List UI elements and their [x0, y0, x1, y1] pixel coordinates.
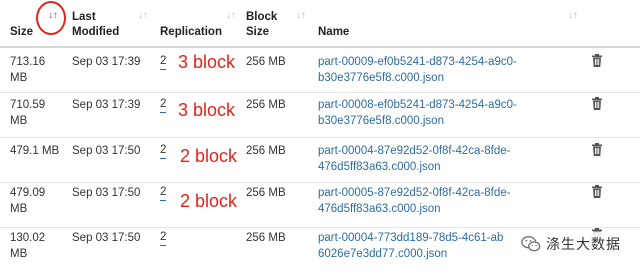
block-count-annotation: 2 block [180, 146, 238, 166]
last-modified-sort-icon[interactable]: ↓↑ [138, 10, 148, 22]
block-size-value: 256 MB [246, 145, 286, 157]
replication-link[interactable]: 2 [160, 54, 167, 70]
trash-icon[interactable] [591, 185, 603, 198]
modified-value: Sep 03 17:39 [72, 56, 141, 68]
column-size[interactable]: Size [10, 25, 33, 40]
size-unit: MB [10, 203, 28, 215]
file-name-link-line2[interactable]: 476d5ff83a63.c000.json [318, 201, 548, 217]
table-row: 710.59 MB Sep 03 17:39 2 3 block 256 MB … [0, 92, 640, 138]
size-value: 479.1 MB [10, 145, 60, 157]
block-count-annotation: 2 block [180, 191, 238, 211]
column-last-modified-line2[interactable]: Modified [72, 25, 119, 40]
replication-link[interactable]: 2 [160, 143, 167, 159]
file-name-link-line1[interactable]: part-00008-ef0b5241-d873-4254-a9c0- [318, 97, 548, 113]
modified-value: Sep 03 17:50 [72, 187, 141, 199]
name-sort-icon[interactable]: ↓↑ [568, 10, 578, 22]
replication-sort-icon[interactable]: ↓↑ [226, 10, 236, 22]
size-value: 713.16 [10, 56, 46, 68]
trash-icon[interactable] [591, 143, 603, 156]
table-row: 479.1 MB Sep 03 17:50 2 2 block 256 MB p… [0, 137, 640, 183]
block-size-sort-icon[interactable]: ↓↑ [296, 10, 306, 22]
block-size-value: 256 MB [246, 187, 286, 199]
watermark-text: 涤生大数据 [546, 236, 621, 252]
table-header: ↓↑ Size Last Modified ↓↑ Replication ↓↑ … [0, 0, 640, 48]
watermark: 涤生大数据 [516, 232, 625, 256]
file-name-link-line2[interactable]: 476d5ff83a63.c000.json [318, 159, 548, 175]
file-name-link-line1[interactable]: part-00004-773dd189-78d5-4c61-ab [318, 230, 548, 246]
size-value: 710.59 [10, 99, 46, 111]
file-name-link-line2[interactable]: b30e3776e5f8.c000.json [318, 70, 548, 86]
column-name[interactable]: Name [318, 25, 349, 40]
modified-value: Sep 03 17:50 [72, 232, 141, 244]
size-value: 479.09 [10, 187, 46, 199]
block-size-value: 256 MB [246, 232, 286, 244]
modified-value: Sep 03 17:50 [72, 145, 141, 157]
modified-value: Sep 03 17:39 [72, 99, 141, 111]
table-row: 479.09 MB Sep 03 17:50 2 2 block 256 MB … [0, 182, 640, 228]
block-count-annotation: 3 block [178, 52, 236, 72]
column-block-size-line2[interactable]: Size [246, 25, 269, 40]
column-last-modified-line1[interactable]: Last [72, 10, 96, 25]
trash-icon[interactable] [591, 97, 603, 110]
replication-link[interactable]: 2 [160, 230, 167, 246]
file-name-link-line1[interactable]: part-00005-87e92d52-0f8f-42ca-8fde- [318, 185, 548, 201]
size-unit: MB [10, 115, 28, 127]
file-name-link-line1[interactable]: part-00004-87e92d52-0f8f-42ca-8fde- [318, 143, 548, 159]
column-replication[interactable]: Replication [160, 25, 222, 40]
trash-icon[interactable] [591, 54, 603, 67]
size-sort-icon[interactable]: ↓↑ [48, 10, 58, 22]
size-unit: MB [10, 248, 28, 260]
file-name-link-line1[interactable]: part-00009-ef0b5241-d873-4254-a9c0- [318, 54, 548, 70]
wechat-icon [521, 235, 541, 252]
replication-link[interactable]: 2 [160, 185, 167, 201]
block-size-value: 256 MB [246, 99, 286, 111]
table-row: 713.16 MB Sep 03 17:39 2 3 block 256 MB … [0, 47, 640, 92]
column-block-size-line1[interactable]: Block [246, 10, 277, 25]
block-size-value: 256 MB [246, 56, 286, 68]
replication-link[interactable]: 2 [160, 97, 167, 113]
size-unit: MB [10, 72, 28, 84]
file-name-link-line2[interactable]: b30e3776e5f8.c000.json [318, 113, 548, 129]
block-count-annotation: 3 block [178, 100, 236, 120]
size-value: 130.02 [10, 232, 46, 244]
file-name-link-line2[interactable]: 6026e7e3dd77.c000.json [318, 246, 548, 262]
